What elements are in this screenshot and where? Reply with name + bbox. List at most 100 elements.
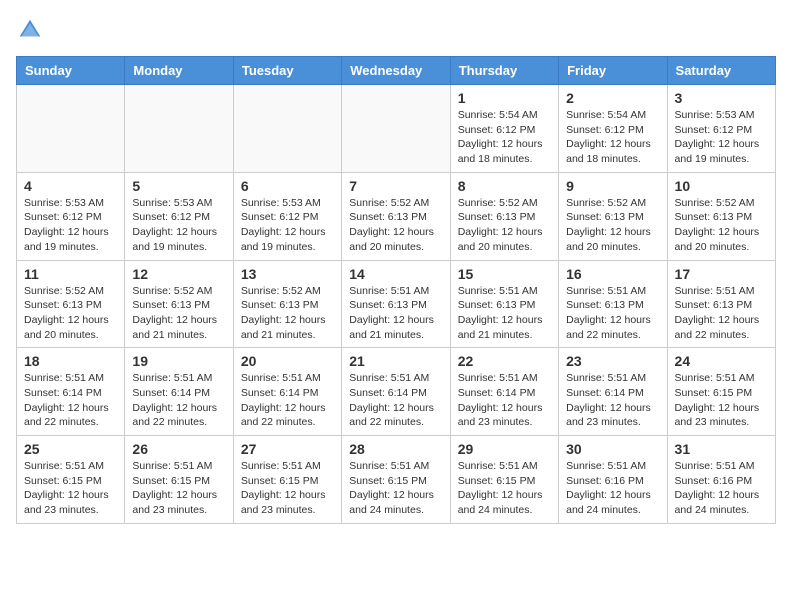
calendar-cell: 27Sunrise: 5:51 AM Sunset: 6:15 PM Dayli…: [233, 436, 341, 524]
day-info: Sunrise: 5:53 AM Sunset: 6:12 PM Dayligh…: [241, 196, 334, 255]
day-number: 18: [24, 353, 117, 369]
day-number: 7: [349, 178, 442, 194]
day-info: Sunrise: 5:51 AM Sunset: 6:16 PM Dayligh…: [675, 459, 768, 518]
day-number: 6: [241, 178, 334, 194]
calendar-week-row: 1 Sunrise: 5:54 AM Sunset: 6:12 PM Daylig…: [17, 85, 776, 173]
day-number: 29: [458, 441, 551, 457]
calendar-table: SundayMondayTuesdayWednesdayThursdayFrid…: [16, 56, 776, 524]
calendar-cell: 10 Sunrise: 5:52 AM Sunset: 6:13 PM Dayli…: [667, 172, 775, 260]
day-number: 15: [458, 266, 551, 282]
day-number: 12: [132, 266, 225, 282]
weekday-header: Thursday: [450, 57, 558, 85]
weekday-header: Friday: [559, 57, 667, 85]
day-number: 2: [566, 90, 659, 106]
day-number: 21: [349, 353, 442, 369]
calendar-cell: 22 Sunrise: 5:51 AM Sunset: 6:14 PM Dayli…: [450, 348, 558, 436]
day-info: Sunrise: 5:51 AM Sunset: 6:14 PM Dayligh…: [566, 371, 659, 430]
day-number: 11: [24, 266, 117, 282]
calendar-week-row: 4 Sunrise: 5:53 AM Sunset: 6:12 PM Daylig…: [17, 172, 776, 260]
day-info: Sunrise: 5:51 AM Sunset: 6:14 PM Dayligh…: [132, 371, 225, 430]
day-info: Sunrise: 5:54 AM Sunset: 6:12 PM Dayligh…: [458, 108, 551, 167]
calendar-cell: [17, 85, 125, 173]
calendar-cell: 13 Sunrise: 5:52 AM Sunset: 6:13 PM Dayli…: [233, 260, 341, 348]
day-number: 30: [566, 441, 659, 457]
day-number: 13: [241, 266, 334, 282]
day-info: Sunrise: 5:51 AM Sunset: 6:13 PM Dayligh…: [675, 284, 768, 343]
weekday-header: Wednesday: [342, 57, 450, 85]
day-info: Sunrise: 5:51 AM Sunset: 6:14 PM Dayligh…: [24, 371, 117, 430]
weekday-header: Saturday: [667, 57, 775, 85]
day-number: 14: [349, 266, 442, 282]
day-info: Sunrise: 5:51 AM Sunset: 6:14 PM Dayligh…: [349, 371, 442, 430]
calendar-cell: 29 Sunrise: 5:51 AM Sunset: 6:15 PM Dayli…: [450, 436, 558, 524]
day-info: Sunrise: 5:51 AM Sunset: 6:16 PM Dayligh…: [566, 459, 659, 518]
day-number: 28: [349, 441, 442, 457]
calendar-week-row: 11 Sunrise: 5:52 AM Sunset: 6:13 PM Dayli…: [17, 260, 776, 348]
day-info: Sunrise: 5:51 AM Sunset: 6:14 PM Dayligh…: [241, 371, 334, 430]
calendar-cell: 5 Sunrise: 5:53 AM Sunset: 6:12 PM Daylig…: [125, 172, 233, 260]
calendar-cell: 15Sunrise: 5:51 AM Sunset: 6:13 PM Dayli…: [450, 260, 558, 348]
day-info: Sunrise: 5:51 AM Sunset: 6:15 PM Dayligh…: [675, 371, 768, 430]
day-info: Sunrise: 5:52 AM Sunset: 6:13 PM Dayligh…: [458, 196, 551, 255]
day-info: Sunrise: 5:51 AM Sunset: 6:13 PM Dayligh…: [349, 284, 442, 343]
day-number: 16: [566, 266, 659, 282]
day-info: Sunrise: 5:53 AM Sunset: 6:12 PM Dayligh…: [132, 196, 225, 255]
day-number: 17: [675, 266, 768, 282]
calendar-cell: 16Sunrise: 5:51 AM Sunset: 6:13 PM Dayli…: [559, 260, 667, 348]
calendar-cell: 11 Sunrise: 5:52 AM Sunset: 6:13 PM Dayli…: [17, 260, 125, 348]
calendar-cell: 3 Sunrise: 5:53 AM Sunset: 6:12 PM Daylig…: [667, 85, 775, 173]
day-info: Sunrise: 5:52 AM Sunset: 6:13 PM Dayligh…: [675, 196, 768, 255]
logo-icon: [16, 16, 44, 44]
day-info: Sunrise: 5:54 AM Sunset: 6:12 PM Dayligh…: [566, 108, 659, 167]
calendar-cell: [125, 85, 233, 173]
day-info: Sunrise: 5:52 AM Sunset: 6:13 PM Dayligh…: [566, 196, 659, 255]
calendar-cell: 6 Sunrise: 5:53 AM Sunset: 6:12 PM Daylig…: [233, 172, 341, 260]
calendar-cell: 12 Sunrise: 5:52 AM Sunset: 6:13 PM Dayli…: [125, 260, 233, 348]
day-info: Sunrise: 5:52 AM Sunset: 6:13 PM Dayligh…: [24, 284, 117, 343]
day-number: 26: [132, 441, 225, 457]
day-info: Sunrise: 5:52 AM Sunset: 6:13 PM Dayligh…: [132, 284, 225, 343]
calendar-cell: 25Sunrise: 5:51 AM Sunset: 6:15 PM Dayli…: [17, 436, 125, 524]
day-info: Sunrise: 5:53 AM Sunset: 6:12 PM Dayligh…: [675, 108, 768, 167]
day-number: 5: [132, 178, 225, 194]
day-number: 31: [675, 441, 768, 457]
day-number: 3: [675, 90, 768, 106]
day-info: Sunrise: 5:51 AM Sunset: 6:15 PM Dayligh…: [132, 459, 225, 518]
weekday-header: Sunday: [17, 57, 125, 85]
calendar-cell: 24 Sunrise: 5:51 AM Sunset: 6:15 PM Dayli…: [667, 348, 775, 436]
calendar-cell: 1 Sunrise: 5:54 AM Sunset: 6:12 PM Daylig…: [450, 85, 558, 173]
calendar-cell: 28 Sunrise: 5:51 AM Sunset: 6:15 PM Dayli…: [342, 436, 450, 524]
day-number: 22: [458, 353, 551, 369]
calendar-cell: 7 Sunrise: 5:52 AM Sunset: 6:13 PM Daylig…: [342, 172, 450, 260]
day-number: 9: [566, 178, 659, 194]
calendar-cell: 17 Sunrise: 5:51 AM Sunset: 6:13 PM Dayli…: [667, 260, 775, 348]
day-number: 8: [458, 178, 551, 194]
calendar-cell: 31 Sunrise: 5:51 AM Sunset: 6:16 PM Dayli…: [667, 436, 775, 524]
calendar-cell: 30 Sunrise: 5:51 AM Sunset: 6:16 PM Dayli…: [559, 436, 667, 524]
day-number: 20: [241, 353, 334, 369]
calendar-cell: 2 Sunrise: 5:54 AM Sunset: 6:12 PM Daylig…: [559, 85, 667, 173]
logo: [16, 16, 48, 44]
day-info: Sunrise: 5:52 AM Sunset: 6:13 PM Dayligh…: [349, 196, 442, 255]
calendar-cell: 8 Sunrise: 5:52 AM Sunset: 6:13 PM Daylig…: [450, 172, 558, 260]
day-info: Sunrise: 5:51 AM Sunset: 6:14 PM Dayligh…: [458, 371, 551, 430]
calendar-cell: 26 Sunrise: 5:51 AM Sunset: 6:15 PM Dayli…: [125, 436, 233, 524]
day-number: 24: [675, 353, 768, 369]
calendar-week-row: 25Sunrise: 5:51 AM Sunset: 6:15 PM Dayli…: [17, 436, 776, 524]
day-info: Sunrise: 5:51 AM Sunset: 6:15 PM Dayligh…: [458, 459, 551, 518]
day-number: 4: [24, 178, 117, 194]
calendar-cell: 9 Sunrise: 5:52 AM Sunset: 6:13 PM Daylig…: [559, 172, 667, 260]
day-info: Sunrise: 5:51 AM Sunset: 6:15 PM Dayligh…: [349, 459, 442, 518]
calendar-cell: 21 Sunrise: 5:51 AM Sunset: 6:14 PM Dayli…: [342, 348, 450, 436]
calendar-cell: 4Sunrise: 5:53 AM Sunset: 6:12 PM Daylig…: [17, 172, 125, 260]
calendar-cell: 20 Sunrise: 5:51 AM Sunset: 6:14 PM Dayli…: [233, 348, 341, 436]
calendar-cell: 18 Sunrise: 5:51 AM Sunset: 6:14 PM Dayli…: [17, 348, 125, 436]
day-info: Sunrise: 5:51 AM Sunset: 6:15 PM Dayligh…: [24, 459, 117, 518]
day-number: 10: [675, 178, 768, 194]
weekday-header: Tuesday: [233, 57, 341, 85]
day-info: Sunrise: 5:52 AM Sunset: 6:13 PM Dayligh…: [241, 284, 334, 343]
day-number: 19: [132, 353, 225, 369]
day-number: 1: [458, 90, 551, 106]
calendar-week-row: 18 Sunrise: 5:51 AM Sunset: 6:14 PM Dayli…: [17, 348, 776, 436]
calendar-cell: 14 Sunrise: 5:51 AM Sunset: 6:13 PM Dayli…: [342, 260, 450, 348]
